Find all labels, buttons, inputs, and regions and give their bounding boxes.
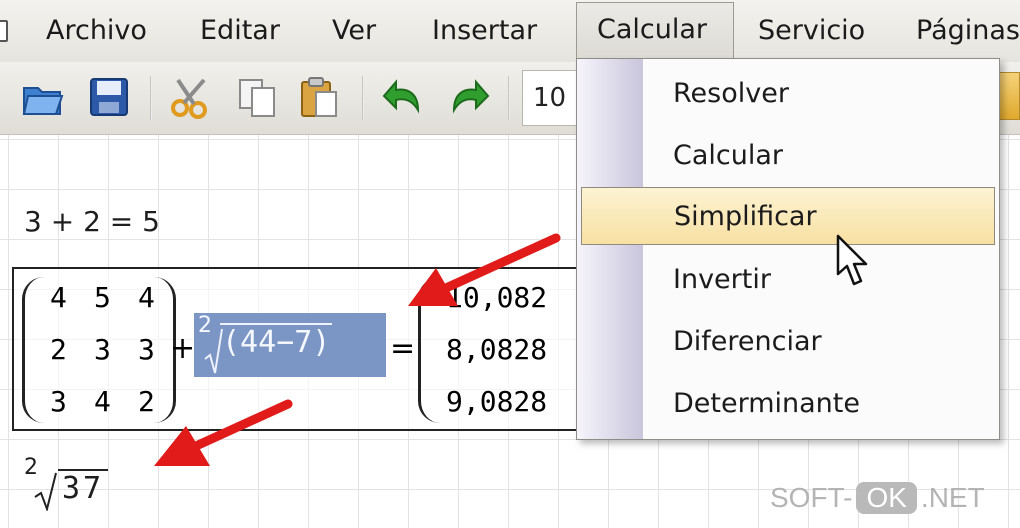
radical-icon — [34, 472, 57, 511]
dropdown-item-invertir[interactable]: Invertir — [577, 251, 997, 309]
dropdown-item-calcular[interactable]: Calcular — [577, 127, 997, 185]
menu-bar: Archivo Editar Ver Insertar Calcular Ser… — [0, 0, 1020, 63]
mouse-cursor-icon — [836, 234, 868, 286]
root-result-body: 37 — [58, 469, 109, 506]
watermark: SOFT- OK .NET — [770, 482, 985, 514]
toolbar-separator — [508, 76, 510, 120]
matrix-cell: 5 — [94, 281, 111, 314]
matrix-cell: 3 — [138, 333, 155, 366]
selected-root-expression[interactable]: 2 (44−7) — [194, 313, 386, 377]
menu-insertar[interactable]: Insertar — [426, 2, 543, 60]
toolbar-separator — [150, 76, 152, 120]
dropdown-item-simplificar[interactable]: Simplificar — [581, 187, 995, 245]
calcular-dropdown: Resolver Calcular Simplificar Invertir D… — [576, 58, 1000, 440]
menu-editar[interactable]: Editar — [194, 2, 286, 60]
menu-paginas[interactable]: Páginas — [910, 2, 1020, 60]
matrix-cell: 4 — [50, 281, 67, 314]
result-left-paren — [418, 277, 440, 423]
matrix-cell: 2 — [50, 333, 67, 366]
menu-calcular[interactable]: Calcular — [576, 2, 734, 60]
equals-operator: = — [390, 331, 416, 366]
simple-expression[interactable]: 3 + 2 = 5 — [24, 205, 160, 238]
toolbar-separator — [362, 76, 364, 120]
cut-icon[interactable] — [168, 74, 214, 120]
matrix-cell: 3 — [94, 333, 111, 366]
dropdown-item-diferenciar[interactable]: Diferenciar — [577, 313, 997, 371]
matrix-cell: 4 — [138, 281, 155, 314]
document-icon — [0, 20, 8, 42]
menu-ver[interactable]: Ver — [326, 2, 382, 60]
open-icon[interactable] — [20, 74, 66, 120]
watermark-left: SOFT- — [770, 482, 853, 513]
font-size-field[interactable]: 10 — [522, 70, 582, 126]
copy-icon[interactable] — [234, 74, 280, 120]
menu-servicio[interactable]: Servicio — [752, 2, 871, 60]
matrix-expression[interactable]: 4 5 4 2 3 3 3 4 2 + 2 (44−7) = 10,082 8,… — [12, 267, 592, 431]
plus-operator: + — [170, 331, 196, 366]
dropdown-item-resolver[interactable]: Resolver — [577, 65, 997, 123]
matrix-cell: 4 — [94, 385, 111, 418]
undo-icon[interactable] — [380, 74, 426, 120]
matrix-cell: 2 — [138, 385, 155, 418]
dropdown-item-determinante[interactable]: Determinante — [577, 375, 997, 433]
result-value: 10,082 — [446, 281, 548, 314]
result-value: 8,0828 — [446, 333, 548, 366]
watermark-ok: OK — [856, 482, 917, 514]
watermark-right: .NET — [920, 482, 985, 513]
result-value: 9,0828 — [446, 385, 548, 418]
root-result-expression[interactable]: 2 37 — [24, 455, 144, 515]
save-icon[interactable] — [86, 74, 132, 120]
matrix-left-paren — [22, 277, 44, 423]
root-body: (44−7) — [220, 323, 333, 360]
redo-icon[interactable] — [446, 74, 492, 120]
matrix-cell: 3 — [50, 385, 67, 418]
paste-icon[interactable] — [296, 74, 342, 120]
menu-archivo[interactable]: Archivo — [40, 2, 153, 60]
